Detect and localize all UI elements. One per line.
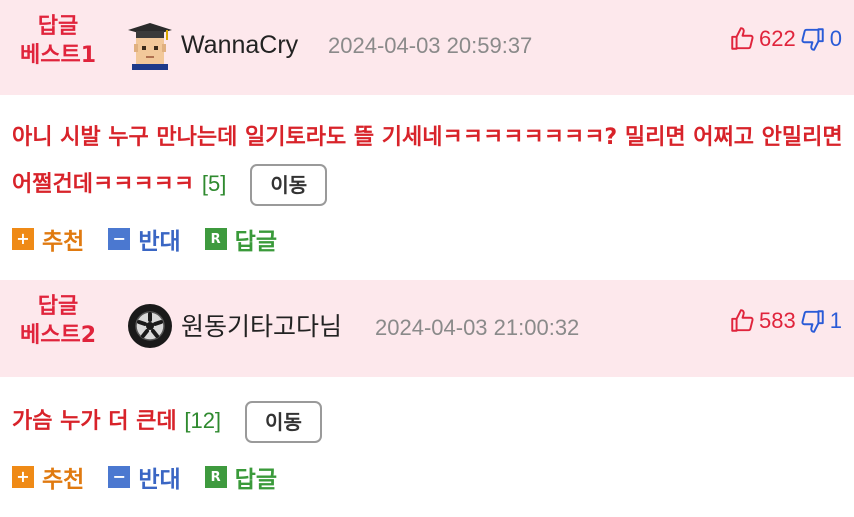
comment-body: 가슴 누가 더 큰데 [12] 이동	[12, 401, 847, 443]
author-nickname[interactable]: WannaCry	[181, 28, 298, 62]
thumbs-up-icon[interactable]	[729, 26, 755, 52]
downvote-count: 0	[829, 26, 842, 51]
reply-label: 답글	[234, 229, 277, 255]
comment-header: 답글 베스트1 WannaCry 2024-04-03 20:59:37 622	[0, 0, 854, 95]
reply-label: 답글	[234, 467, 277, 493]
upvote-count: 583	[759, 308, 796, 333]
author-nickname[interactable]: 원동기타고다님	[181, 310, 342, 344]
oppose-label: 반대	[138, 467, 181, 493]
comment-best-1: 답글 베스트1 WannaCry 2024-04-03 20:59:37 622	[0, 0, 854, 280]
comment-timestamp: 2024-04-03 20:59:37	[328, 33, 533, 58]
move-button[interactable]: 이동	[250, 164, 328, 206]
oppose-button[interactable]: − 반대	[108, 222, 181, 256]
comment-text: 아니 시발 누구 만나는데 일기토라도 뜰 기세네ㅋㅋㅋㅋㅋㅋㅋㅋ? 밀리면 어…	[12, 125, 843, 197]
upvote-count: 622	[759, 26, 796, 51]
vote-counts: 622 0	[729, 26, 842, 52]
reply-icon: R	[204, 228, 227, 250]
best-reply-badge: 답글 베스트1	[19, 14, 97, 68]
comment-text: 가슴 누가 더 큰데	[12, 409, 177, 434]
thumbs-down-icon[interactable]	[800, 26, 826, 52]
downvote-count: 1	[829, 308, 842, 333]
reply-button[interactable]: R 답글	[204, 460, 277, 494]
comment-best-2: 답글 베스트2 원동기타고다님 2024-04-03 21:00:32 583	[0, 280, 854, 517]
best-reply-badge: 답글 베스트2	[19, 294, 97, 348]
comment-actions: + 추천 − 반대 R 답글	[12, 222, 277, 256]
plus-icon: +	[12, 228, 34, 250]
reply-button[interactable]: R 답글	[204, 222, 277, 256]
move-button[interactable]: 이동	[245, 401, 322, 443]
recommend-button[interactable]: + 추천	[12, 222, 84, 256]
comment-actions: + 추천 − 반대 R 답글	[12, 460, 277, 494]
comment-timestamp: 2024-04-03 21:00:32	[375, 315, 580, 340]
recommend-label: 추천	[42, 467, 85, 493]
oppose-label: 반대	[138, 229, 181, 255]
recommend-button[interactable]: + 추천	[12, 460, 84, 494]
recommend-label: 추천	[42, 229, 85, 255]
reply-icon: R	[204, 466, 227, 488]
oppose-button[interactable]: − 반대	[108, 460, 181, 494]
reply-count: [5]	[201, 171, 227, 196]
tire-wheel-icon[interactable]	[126, 302, 174, 350]
reply-count: [12]	[184, 408, 222, 433]
minus-icon: −	[108, 466, 131, 488]
comment-body: 아니 시발 누구 만나는데 일기토라도 뜰 기세네ㅋㅋㅋㅋㅋㅋㅋㅋ? 밀리면 어…	[12, 115, 847, 208]
pixel-face-graduation-cap-icon[interactable]	[126, 22, 174, 70]
minus-icon: −	[108, 228, 131, 250]
comment-header: 답글 베스트2 원동기타고다님 2024-04-03 21:00:32 583	[0, 280, 854, 377]
thumbs-down-icon[interactable]	[800, 308, 826, 334]
thumbs-up-icon[interactable]	[729, 308, 755, 334]
plus-icon: +	[12, 466, 34, 488]
vote-counts: 583 1	[729, 308, 842, 334]
